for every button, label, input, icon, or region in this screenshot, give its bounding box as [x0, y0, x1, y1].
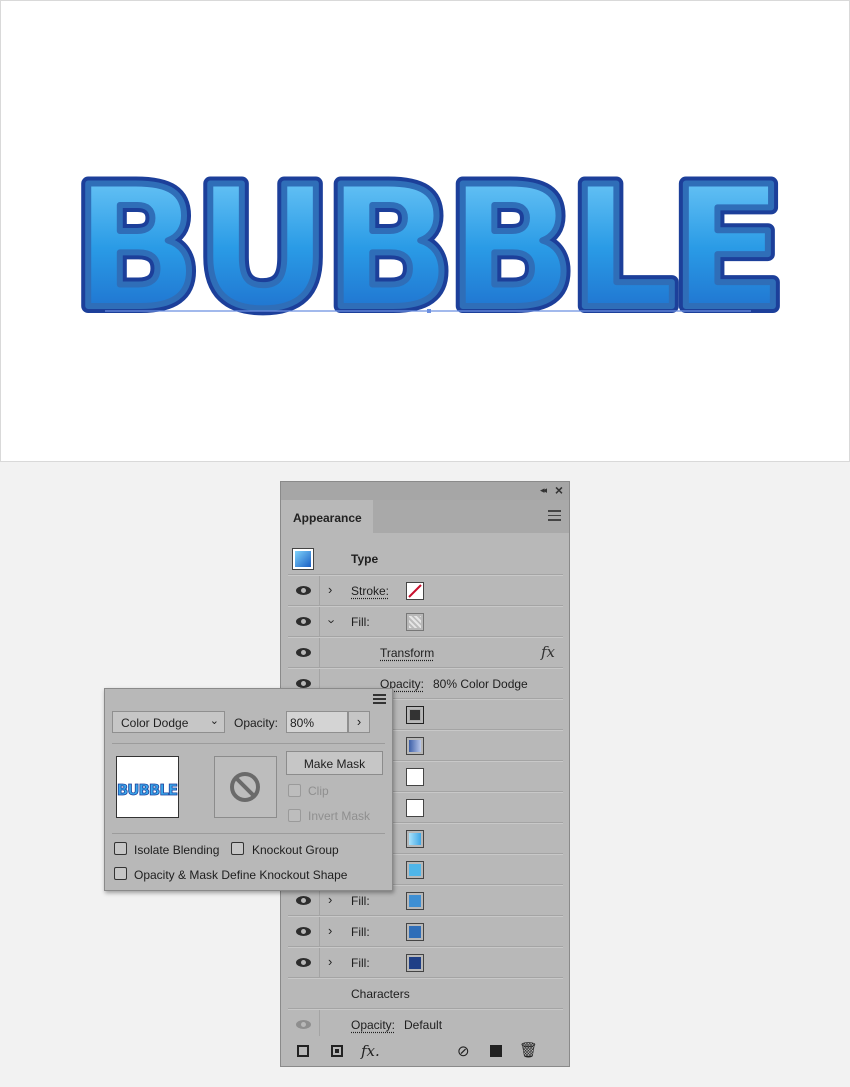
fill-swatch[interactable] — [406, 768, 424, 786]
eye-icon[interactable] — [296, 648, 311, 657]
chevron-right-icon[interactable]: › — [328, 582, 332, 597]
add-fill-icon[interactable] — [331, 1045, 343, 1057]
type-label: Type — [351, 552, 379, 566]
clip-label: Clip — [308, 784, 329, 798]
opacity-default-value: Default — [404, 1018, 443, 1032]
eye-icon[interactable] — [296, 927, 311, 936]
transparency-popup: Color Dodge ⌄ Opacity: 80% › BUBBLE Make… — [104, 688, 393, 891]
add-effect-fx-icon[interactable]: fx. — [361, 1042, 380, 1060]
no-mask-icon — [230, 772, 260, 802]
fill-label[interactable]: Fill: — [351, 925, 370, 939]
mask-thumbnail[interactable] — [214, 756, 277, 818]
knockout-group-label: Knockout Group — [252, 843, 339, 857]
chevron-down-icon: ⌄ — [209, 715, 219, 727]
stroke-swatch-none-icon[interactable] — [406, 582, 424, 600]
fill-pattern-swatch[interactable] — [406, 613, 424, 631]
clear-appearance-icon[interactable]: ⊘ — [457, 1042, 470, 1060]
fill-swatch[interactable] — [406, 923, 424, 941]
eye-icon[interactable] — [296, 958, 311, 967]
type-thumbnail-icon — [292, 548, 314, 570]
panel-menu-icon[interactable] — [548, 510, 561, 524]
opacity-input[interactable]: 80% — [286, 711, 348, 733]
eye-icon[interactable] — [296, 586, 311, 595]
panel-tabbar: Appearance — [281, 500, 569, 533]
fill-row[interactable]: › Fill: — [288, 916, 563, 947]
opacity-label[interactable]: Opacity: — [351, 1018, 395, 1032]
transform-effect-row[interactable]: Transform fx — [288, 637, 563, 668]
chevron-right-icon[interactable]: › — [328, 892, 332, 907]
stroke-label[interactable]: Stroke: — [351, 584, 389, 598]
fill-label[interactable]: Fill: — [351, 894, 370, 908]
isolate-blending-checkbox[interactable] — [114, 842, 127, 855]
knockout-group-checkbox[interactable] — [231, 842, 244, 855]
fx-icon[interactable]: fx — [541, 643, 555, 661]
invert-mask-label: Invert Mask — [308, 809, 371, 823]
divider — [112, 833, 385, 834]
tab-appearance[interactable]: Appearance — [281, 500, 373, 533]
popup-menu-icon[interactable] — [373, 694, 386, 706]
blend-mode-select[interactable]: Color Dodge ⌄ — [112, 711, 225, 733]
characters-row[interactable]: Characters — [288, 978, 563, 1009]
fill-swatch[interactable] — [406, 706, 424, 724]
fill-swatch[interactable] — [406, 892, 424, 910]
type-header-row[interactable]: Type — [288, 544, 563, 575]
duplicate-item-icon[interactable] — [490, 1045, 502, 1057]
fill-row[interactable]: › Fill: — [288, 947, 563, 978]
opacity-slider-button[interactable]: › — [348, 711, 370, 733]
opacity-mask-knockout-label: Opacity & Mask Define Knockout Shape — [134, 868, 348, 882]
close-icon[interactable]: × — [555, 482, 563, 498]
chevron-right-icon[interactable]: › — [328, 923, 332, 938]
isolate-blending-label: Isolate Blending — [134, 843, 220, 857]
eye-icon[interactable] — [296, 617, 311, 626]
make-mask-button[interactable]: Make Mask — [286, 751, 383, 775]
fill-swatch[interactable] — [406, 861, 424, 879]
fill-swatch[interactable] — [406, 737, 424, 755]
fill-swatch[interactable] — [406, 954, 424, 972]
add-stroke-icon[interactable] — [297, 1045, 309, 1057]
artwork-text[interactable]: BUBBLE — [70, 147, 788, 349]
panel-titlebar[interactable]: ◂◂ × — [281, 482, 569, 500]
bubble-artwork: BUBBLE BUBBLE — [66, 143, 792, 353]
transform-label[interactable]: Transform — [380, 646, 434, 660]
characters-label[interactable]: Characters — [351, 987, 410, 1001]
fill-row[interactable]: › Fill: — [288, 606, 563, 637]
fill-label[interactable]: Fill: — [351, 615, 370, 629]
fill-label[interactable]: Fill: — [351, 956, 370, 970]
thumbnail-text: BUBBLE — [117, 781, 178, 799]
clip-checkbox[interactable] — [288, 784, 301, 797]
opacity-value: 80% Color Dodge — [433, 677, 528, 691]
panel-bottom-toolbar: fx. ⊘ 🗑 — [281, 1036, 569, 1066]
collapse-icon[interactable]: ◂◂ — [540, 485, 547, 496]
eye-icon[interactable] — [296, 896, 311, 905]
fill-swatch[interactable] — [406, 799, 424, 817]
delete-trash-icon[interactable]: 🗑 — [519, 1041, 538, 1059]
invert-mask-checkbox[interactable] — [288, 809, 301, 822]
eye-icon[interactable] — [296, 679, 311, 688]
opacity-mask-knockout-checkbox[interactable] — [114, 867, 127, 880]
object-thumbnail[interactable]: BUBBLE — [116, 756, 179, 818]
eye-icon[interactable] — [296, 1020, 311, 1029]
divider — [112, 743, 385, 744]
fill-swatch[interactable] — [406, 830, 424, 848]
stroke-row[interactable]: › Stroke: — [288, 575, 563, 606]
artboard: BUBBLE BUBBLE — [0, 0, 850, 462]
anchor-point[interactable] — [427, 309, 431, 313]
blend-mode-value: Color Dodge — [121, 716, 189, 730]
chevron-down-icon[interactable]: › — [325, 619, 340, 623]
chevron-right-icon[interactable]: › — [328, 954, 332, 969]
opacity-label: Opacity: — [234, 716, 279, 730]
